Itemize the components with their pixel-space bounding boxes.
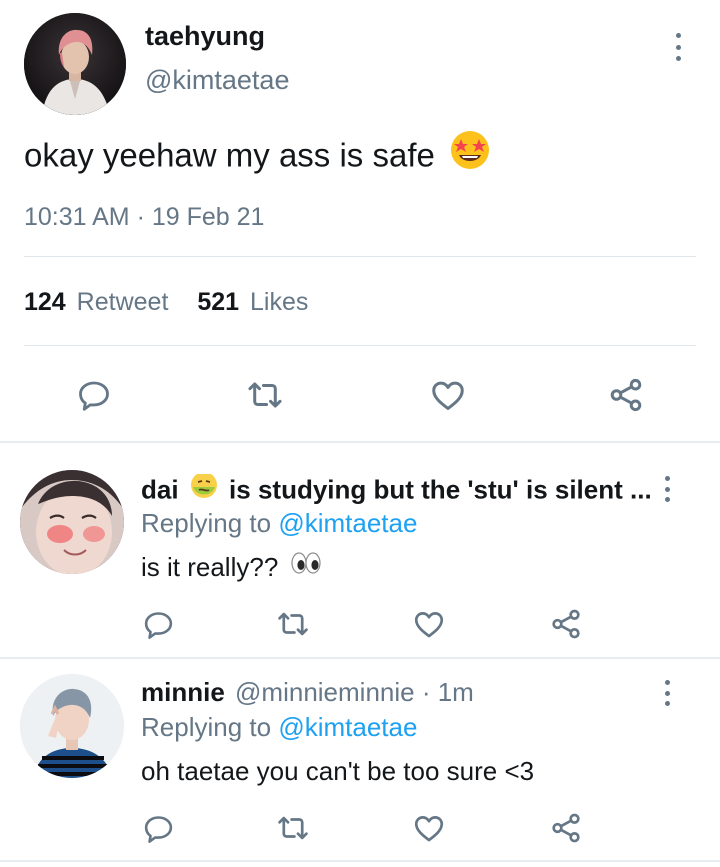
avatar-image: [20, 674, 124, 778]
reply-icon[interactable]: [140, 606, 176, 642]
display-name[interactable]: minnie: [141, 677, 225, 707]
retweet-stat[interactable]: 124 Retweet: [24, 288, 175, 316]
retweet-icon[interactable]: [275, 606, 311, 642]
section-divider: [0, 657, 720, 659]
avatar[interactable]: [20, 470, 124, 574]
reply-text-content: is it really??: [141, 552, 279, 582]
more-options-icon[interactable]: [662, 476, 672, 502]
tweet-text: okay yeehaw my ass is safe: [24, 131, 490, 182]
handle-and-time[interactable]: @minnieminnie · 1m: [235, 677, 474, 707]
avatar[interactable]: [24, 13, 126, 115]
reply-header: dai is studying but the 'stu' is silent …: [141, 474, 651, 509]
share-icon[interactable]: [606, 375, 646, 415]
retweet-count: 124: [24, 288, 66, 316]
more-options-icon[interactable]: [673, 33, 683, 61]
avatar-image: [24, 13, 126, 115]
divider: [24, 256, 696, 257]
tweet-text-content: okay yeehaw my ass is safe: [24, 136, 435, 174]
replying-to: Replying to @kimtaetae: [141, 508, 417, 539]
likes-stat[interactable]: 521 Likes: [197, 288, 308, 316]
likes-label: Likes: [250, 288, 309, 316]
replying-prefix: Replying to: [141, 508, 272, 538]
nauseated-face-emoji-icon: [190, 474, 218, 506]
reply-icon[interactable]: [74, 375, 114, 415]
share-icon[interactable]: [548, 606, 584, 642]
reply-text: is it really??: [141, 552, 322, 585]
reply-header: minnie @minnieminnie · 1m: [141, 677, 474, 708]
more-options-icon[interactable]: [662, 680, 672, 706]
timestamp[interactable]: 10:31 AM · 19 Feb 21: [24, 203, 264, 232]
display-name[interactable]: taehyung: [145, 21, 265, 52]
replying-prefix: Replying to: [141, 712, 272, 742]
retweet-label: Retweet: [76, 288, 169, 316]
like-icon[interactable]: [428, 375, 468, 415]
avatar-image: [20, 470, 124, 574]
reply-icon[interactable]: [140, 810, 176, 846]
likes-count: 521: [197, 288, 240, 316]
section-divider: [0, 441, 720, 443]
reply-text: oh taetae you can't be too sure <3: [141, 756, 535, 786]
display-name[interactable]: dai: [141, 474, 179, 504]
like-icon[interactable]: [411, 606, 447, 642]
replying-handle-link[interactable]: @kimtaetae: [278, 508, 417, 538]
share-icon[interactable]: [548, 810, 584, 846]
replying-handle-link[interactable]: @kimtaetae: [278, 712, 417, 742]
tweet-stats: 124 Retweet 521 Likes: [24, 288, 308, 317]
avatar[interactable]: [20, 674, 124, 778]
replying-to: Replying to @kimtaetae: [141, 712, 417, 743]
section-divider: [0, 860, 720, 862]
divider: [24, 345, 696, 346]
handle[interactable]: @kimtaetae: [145, 65, 289, 96]
retweet-icon[interactable]: [275, 810, 311, 846]
retweet-icon[interactable]: [245, 375, 285, 415]
eyes-emoji-icon: [290, 551, 322, 582]
star-struck-emoji-icon: [450, 130, 490, 178]
display-name-suffix[interactable]: is studying but the 'stu' is silent ...: [229, 474, 651, 504]
like-icon[interactable]: [411, 810, 447, 846]
